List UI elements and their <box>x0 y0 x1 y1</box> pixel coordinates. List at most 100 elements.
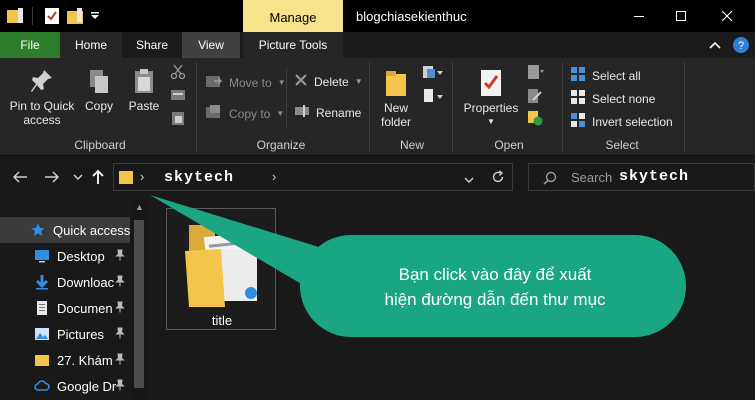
invert-selection-label: Invert selection <box>592 114 673 129</box>
copy-button[interactable]: Copy <box>82 68 116 113</box>
paste-icon <box>132 68 156 99</box>
properties-icon[interactable] <box>44 0 60 32</box>
history-icon[interactable] <box>527 110 543 126</box>
sidebar-item-quick-access[interactable]: Quick access <box>0 217 130 243</box>
select-none-icon <box>570 89 586 108</box>
new-folder-button[interactable]: New folder <box>374 68 418 129</box>
list-item-label: title <box>211 313 233 328</box>
sidebar-item-documents[interactable]: Documen <box>0 295 130 321</box>
copy-path-icon[interactable] <box>170 88 186 102</box>
pin-icon[interactable] <box>115 275 125 290</box>
move-to-icon <box>205 73 223 92</box>
select-all-button[interactable]: Select all <box>570 66 641 85</box>
sidebar-item-label: Pictures <box>57 326 104 342</box>
edit-icon[interactable] <box>527 88 543 104</box>
paste-button[interactable]: Paste <box>124 68 164 113</box>
search-placeholder: Search <box>571 170 613 185</box>
pin-to-quick-access-button[interactable]: Pin to Quick access <box>4 68 80 127</box>
recent-locations-chevron-icon[interactable] <box>68 167 88 187</box>
sidebar-scrollbar[interactable]: ▲ <box>131 198 147 400</box>
window-title: blogchiasekienthuc <box>356 9 467 24</box>
divider <box>452 62 453 152</box>
navigation-pane: Quick access Desktop Downloac Documen Pi… <box>0 198 148 400</box>
up-arrow-icon[interactable] <box>88 167 108 187</box>
sidebar-item-google-drive[interactable]: Google Dr <box>0 373 130 399</box>
customize-quick-access-icon[interactable] <box>90 0 100 32</box>
paste-shortcut-icon[interactable] <box>170 110 186 126</box>
collapse-ribbon-icon[interactable] <box>706 36 724 54</box>
scrollbar-thumb[interactable] <box>134 220 144 388</box>
new-item-icon[interactable] <box>422 64 444 80</box>
star-icon <box>29 221 47 239</box>
sidebar-item-label: Quick access <box>53 222 130 238</box>
new-group-label: New <box>399 138 424 152</box>
manage-contextual-tab[interactable]: Manage <box>243 0 343 34</box>
forward-arrow-icon[interactable] <box>42 167 62 187</box>
folder-thumbnail-icon <box>181 219 263 314</box>
chevron-down-icon: ▼ <box>354 77 363 86</box>
address-history-chevron-icon[interactable] <box>464 173 474 187</box>
tab-share[interactable]: Share <box>122 32 182 58</box>
pin-icon[interactable] <box>115 249 125 264</box>
copy-to-button[interactable]: Copy to ▼ <box>205 104 284 123</box>
tab-picture-tools[interactable]: Picture Tools <box>243 32 343 58</box>
search-icon <box>543 171 557 188</box>
address-bar[interactable]: › skytech › <box>113 163 513 191</box>
list-item[interactable]: title <box>166 208 276 330</box>
move-to-label: Move to <box>229 75 272 90</box>
cut-icon[interactable] <box>170 64 186 80</box>
scroll-up-icon[interactable]: ▲ <box>135 202 144 212</box>
divider <box>32 7 33 25</box>
tab-file[interactable]: File <box>0 32 60 58</box>
open-group-label: Open <box>494 138 524 152</box>
address-location[interactable]: skytech <box>164 169 234 186</box>
pin-icon[interactable] <box>115 379 125 394</box>
documents-icon <box>33 299 51 317</box>
divider <box>196 62 197 152</box>
new-folder-icon[interactable] <box>66 0 84 32</box>
tab-home[interactable]: Home <box>60 32 122 58</box>
move-to-button[interactable]: Move to ▼ <box>205 73 286 92</box>
properties-icon <box>478 68 504 101</box>
organize-group-label: Organize <box>256 138 306 152</box>
callout-line1: Bạn click vào đây để xuất <box>398 265 592 284</box>
sidebar-item-pictures[interactable]: Pictures <box>0 321 130 347</box>
sidebar-item-label: 27. Khám <box>57 352 113 368</box>
breadcrumb-chevron-icon[interactable]: › <box>272 169 276 184</box>
help-icon[interactable]: ? <box>732 36 750 54</box>
sidebar-item-folder[interactable]: 27. Khám <box>0 347 130 373</box>
back-arrow-icon[interactable] <box>10 167 30 187</box>
refresh-icon[interactable] <box>491 170 505 187</box>
folder-icon <box>6 0 24 32</box>
new-folder-label-line2: folder <box>380 115 412 129</box>
breadcrumb-chevron-icon[interactable]: › <box>140 169 144 184</box>
close-icon[interactable] <box>716 5 738 27</box>
select-all-icon <box>570 66 586 85</box>
sidebar-item-downloads[interactable]: Downloac <box>0 269 130 295</box>
invert-selection-button[interactable]: Invert selection <box>570 112 673 131</box>
rename-button[interactable]: Rename <box>294 104 361 121</box>
title-bar: Manage blogchiasekienthuc <box>0 0 755 34</box>
properties-button[interactable]: Properties ▼ <box>458 68 524 129</box>
tab-view[interactable]: View <box>182 32 240 58</box>
copy-icon <box>87 68 111 99</box>
maximize-icon[interactable] <box>670 5 692 27</box>
search-box[interactable]: Search skytech <box>528 163 755 191</box>
delete-button[interactable]: Delete ▼ <box>294 73 363 90</box>
sidebar-item-desktop[interactable]: Desktop <box>0 243 130 269</box>
desktop-icon <box>33 247 51 265</box>
select-none-button[interactable]: Select none <box>570 89 655 108</box>
sidebar-item-label: Downloac <box>57 274 115 290</box>
svg-text:?: ? <box>738 40 744 52</box>
open-icon[interactable] <box>527 64 545 80</box>
copy-to-icon <box>205 104 223 123</box>
easy-access-icon[interactable] <box>422 88 444 104</box>
pin-icon[interactable] <box>115 301 125 316</box>
pin-icon[interactable] <box>115 353 125 368</box>
pin-icon[interactable] <box>115 327 125 342</box>
chevron-down-icon: ▼ <box>487 117 495 126</box>
properties-label: Properties <box>463 101 519 115</box>
sidebar-item-label: Google Dr <box>57 378 117 394</box>
minimize-icon[interactable] <box>628 5 650 27</box>
chevron-down-icon: ▼ <box>277 78 286 87</box>
